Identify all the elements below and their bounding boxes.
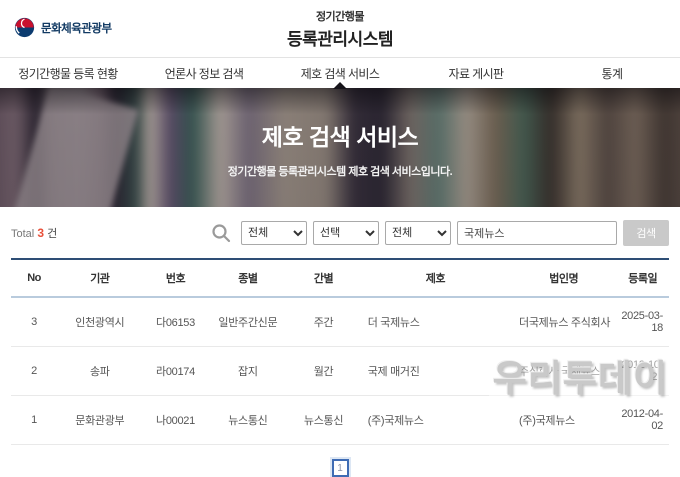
cell-number: 라00174 xyxy=(142,346,209,396)
col-header-no: No xyxy=(11,259,58,298)
app-header: 문화체육관광부 정기간행물 등록관리시스템 xyxy=(0,0,680,57)
search-icon xyxy=(211,223,231,243)
cell-title: (주)국제뉴스 xyxy=(359,395,512,445)
col-header-corporation: 법인명 xyxy=(511,259,617,298)
col-header-org: 기관 xyxy=(57,259,143,298)
cell-kind: 잡지 xyxy=(208,346,288,396)
cell-frequency: 월간 xyxy=(287,346,360,396)
total-count: 3 xyxy=(37,226,44,240)
col-header-frequency: 간별 xyxy=(287,259,360,298)
table-row[interactable]: 1 문화관광부 나00021 뉴스통신 뉴스통신 (주)국제뉴스 (주)국제뉴스… xyxy=(11,395,669,445)
keyword-input[interactable] xyxy=(457,221,617,245)
cell-no: 1 xyxy=(11,395,58,445)
active-tab-indicator xyxy=(333,82,347,89)
search-button[interactable]: 검색 xyxy=(623,220,669,246)
nav-item-press-info-search[interactable]: 언론사 정보 검색 xyxy=(136,58,272,88)
hero-banner: 제호 검색 서비스 정기간행물 등록관리시스템 제호 검색 서비스입니다. xyxy=(0,88,680,207)
filter-select-1[interactable]: 전체 xyxy=(241,221,307,245)
cell-frequency: 주간 xyxy=(287,297,360,347)
cell-no: 2 xyxy=(11,346,58,396)
table-row[interactable]: 3 인천광역시 다06153 일반주간신문 주간 더 국제뉴스 더국제뉴스 주식… xyxy=(11,297,669,347)
total-label: Total xyxy=(11,228,35,240)
cell-number: 다06153 xyxy=(142,297,209,347)
watermark-text: 우리투데이 xyxy=(488,348,672,402)
nav-item-title-search-service[interactable]: 제호 검색 서비스 xyxy=(272,58,408,89)
page-button-1[interactable]: 1 xyxy=(331,459,349,477)
cell-org: 인천광역시 xyxy=(57,297,143,347)
total-unit: 건 xyxy=(47,228,58,240)
cell-reg-date: 2012-04-02 xyxy=(616,395,669,445)
col-header-reg-date: 등록일 xyxy=(616,259,669,298)
cell-org: 문화관광부 xyxy=(57,395,143,445)
filter-select-3[interactable]: 전체 xyxy=(385,221,451,245)
cell-title: 더 국제뉴스 xyxy=(359,297,512,347)
nav-item-statistics[interactable]: 통계 xyxy=(544,58,680,88)
cell-frequency: 뉴스통신 xyxy=(287,395,360,445)
cell-corporation: (주)국제뉴스 xyxy=(511,395,617,445)
filter-select-2[interactable]: 선택 xyxy=(313,221,379,245)
cell-reg-date: 2025-03-18 xyxy=(616,297,669,347)
cell-kind: 뉴스통신 xyxy=(208,395,288,445)
nav-item-registration-status[interactable]: 정기간행물 등록 현황 xyxy=(0,58,136,88)
cell-no: 3 xyxy=(11,297,58,347)
total-count-text: Total 3 건 xyxy=(11,225,57,241)
system-title: 정기간행물 등록관리시스템 xyxy=(0,8,680,50)
col-header-number: 번호 xyxy=(142,259,209,298)
cell-number: 나00021 xyxy=(142,395,209,445)
col-header-kind: 종별 xyxy=(208,259,288,298)
cell-org: 송파 xyxy=(57,346,143,396)
table-header-row: No 기관 번호 종별 간별 제호 법인명 등록일 xyxy=(11,259,669,298)
system-title-large: 등록관리시스템 xyxy=(287,30,393,49)
pagination: 1 xyxy=(11,459,669,477)
cell-kind: 일반주간신문 xyxy=(208,297,288,347)
main-nav: 정기간행물 등록 현황 언론사 정보 검색 제호 검색 서비스 자료 게시판 통… xyxy=(0,57,680,89)
search-row: Total 3 건 전체 선택 전체 검색 xyxy=(11,220,669,246)
cell-corporation: 더국제뉴스 주식회사 xyxy=(511,297,617,347)
hero-title: 제호 검색 서비스 xyxy=(261,124,419,150)
nav-item-board[interactable]: 자료 게시판 xyxy=(408,58,544,88)
system-title-small: 정기간행물 xyxy=(315,11,365,23)
nav-item-label: 제호 검색 서비스 xyxy=(300,66,380,81)
col-header-title: 제호 xyxy=(359,259,512,298)
hero-subtitle: 정기간행물 등록관리시스템 제호 검색 서비스입니다. xyxy=(227,166,453,178)
